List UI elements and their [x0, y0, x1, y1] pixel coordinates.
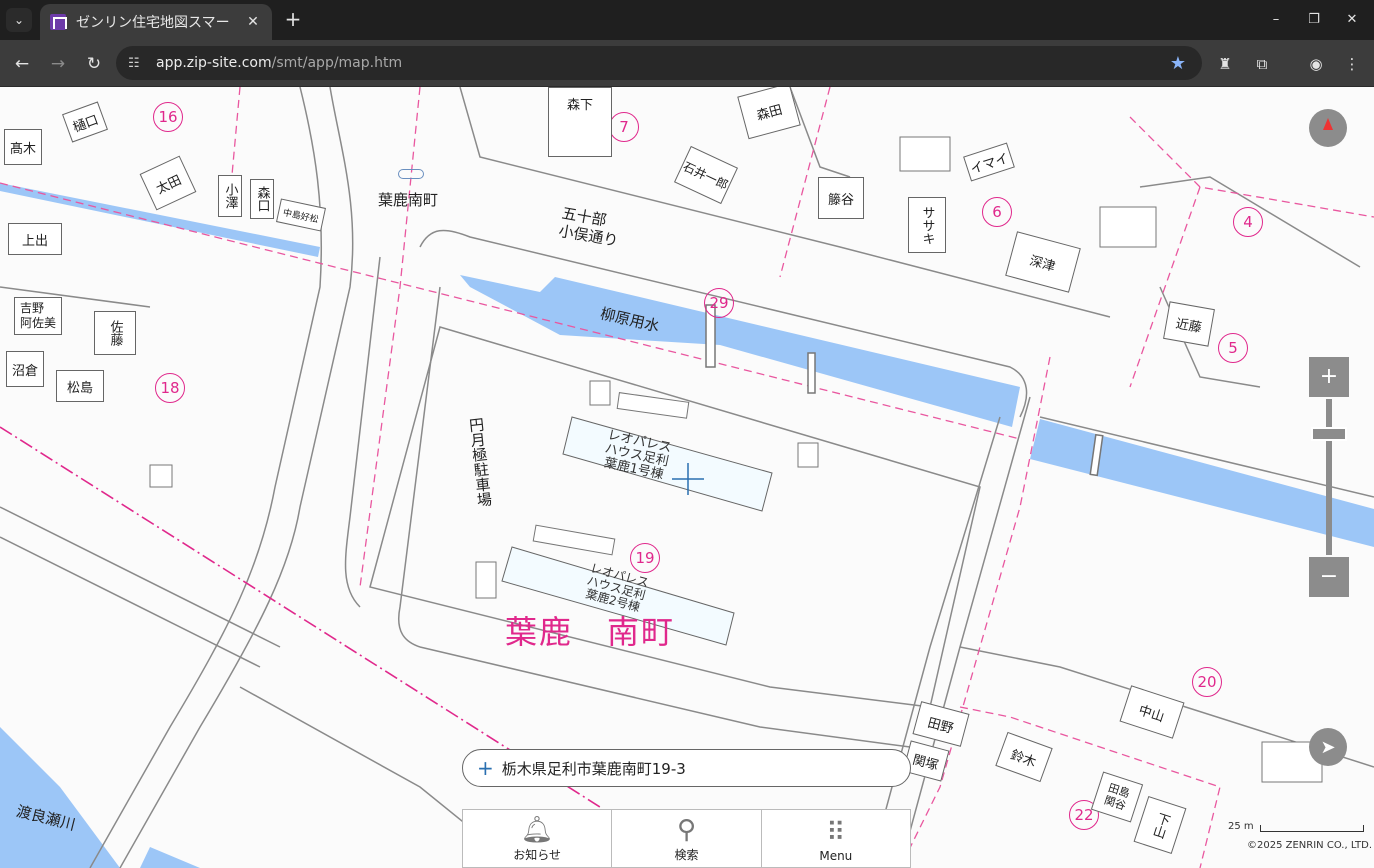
menu-button[interactable]: ⠿ Menu	[762, 810, 910, 867]
building-sato: 佐藤	[94, 311, 136, 355]
new-tab-button[interactable]: +	[282, 8, 304, 32]
menu-label: Menu	[819, 849, 853, 863]
block-number: 29	[704, 288, 734, 318]
address-display[interactable]: + 栃木県足利市葉鹿南町19-3	[462, 749, 911, 787]
notice-button[interactable]: 🔔︎ お知らせ	[463, 810, 613, 867]
zoom-slider-handle[interactable]	[1311, 427, 1347, 441]
scale-label: 25 m	[1228, 821, 1254, 832]
block-number: 5	[1218, 333, 1248, 363]
map-canvas[interactable]: 葉鹿 南町 16 7 6 4 29 5 18 19 20 22 葉鹿南町 五十部…	[0, 87, 1374, 868]
tab-zenrin[interactable]: ゼンリン住宅地図スマー ✕	[40, 4, 272, 40]
profile-avatar-icon[interactable]: ◉	[1303, 51, 1329, 77]
zoom-slider-track[interactable]	[1326, 399, 1332, 555]
building-numakura: 沼倉	[6, 351, 44, 387]
tab-bar: ⌄ ゼンリン住宅地図スマー ✕ + – ❐ ✕	[0, 0, 1374, 40]
scale-bar	[1259, 825, 1364, 832]
site-info-icon[interactable]: ☷	[128, 56, 146, 71]
building-fujitani: 籐谷	[818, 177, 864, 219]
search-icon: ⚲	[676, 815, 697, 845]
compass-icon[interactable]	[1309, 109, 1347, 147]
reload-icon[interactable]: ↻	[81, 51, 107, 77]
block-number: 6	[982, 197, 1012, 227]
building-yoshino: 吉野 阿佐美	[14, 297, 62, 335]
crosshair-plus-icon: +	[477, 756, 494, 780]
search-label: 検索	[674, 848, 699, 862]
current-location-icon[interactable]: ➤	[1309, 728, 1347, 766]
url-path: /smt/app/map.htm	[271, 55, 403, 71]
map-scale: 25 m	[1228, 821, 1364, 832]
copyright-text: ©2025 ZENRIN CO., LTD.	[1247, 840, 1372, 851]
tab-close-icon[interactable]: ✕	[244, 14, 262, 30]
zoom-in-button[interactable]: +	[1309, 357, 1349, 397]
address-bar[interactable]: ☷ app.zip-site.com/smt/app/map.htm ★	[116, 46, 1202, 80]
extensions-puzzle-icon[interactable]: ⧉	[1249, 51, 1275, 77]
forward-arrow-icon[interactable]: →	[45, 51, 71, 77]
zenrin-favicon-icon	[50, 14, 67, 30]
search-button[interactable]: ⚲ 検索	[612, 810, 762, 867]
incognito-extension-icon[interactable]: ♜	[1212, 51, 1238, 77]
bell-icon: 🔔︎	[520, 815, 554, 845]
bookmark-star-icon[interactable]: ★	[1170, 53, 1186, 74]
grid-menu-icon: ⠿	[826, 818, 846, 848]
zoom-out-button[interactable]: −	[1309, 557, 1349, 597]
district-label: 葉鹿 南町	[505, 613, 676, 651]
building-matsushima: 松島	[56, 370, 104, 402]
station-label: 葉鹿南町	[378, 191, 439, 209]
building-sasaki: ササキ	[908, 197, 946, 253]
browser-toolbar: ← → ↻ ☷ app.zip-site.com/smt/app/map.htm…	[0, 40, 1374, 87]
block-number: 18	[155, 373, 185, 403]
building-moriguchi: 森口	[250, 179, 274, 219]
building-kamide: 上出	[8, 223, 62, 255]
bottom-menu: 🔔︎ お知らせ ⚲ 検索 ⠿ Menu	[462, 809, 911, 868]
close-window-button[interactable]: ✕	[1340, 8, 1364, 32]
block-number: 19	[630, 543, 660, 573]
back-arrow-icon[interactable]: ←	[9, 51, 35, 77]
notice-label: お知らせ	[513, 848, 562, 862]
tab-search-chevron-icon[interactable]: ⌄	[6, 8, 32, 32]
block-number: 4	[1233, 207, 1263, 237]
building-takagi: 髙木	[4, 129, 42, 165]
minimize-button[interactable]: –	[1264, 8, 1288, 32]
bus-stop-icon	[398, 169, 424, 179]
block-number: 16	[153, 102, 183, 132]
kebab-menu-icon[interactable]: ⋮	[1339, 51, 1365, 77]
building-ozawa: 小澤	[218, 175, 242, 217]
building-morishita: 森下	[548, 87, 612, 157]
restore-button[interactable]: ❐	[1302, 8, 1326, 32]
address-text: 栃木県足利市葉鹿南町19-3	[501, 759, 686, 778]
block-number: 7	[609, 112, 639, 142]
tab-title: ゼンリン住宅地図スマー	[76, 15, 230, 31]
url-host: app.zip-site.com	[156, 55, 272, 71]
block-number: 20	[1192, 667, 1222, 697]
building-kondo: 近藤	[1163, 301, 1215, 347]
